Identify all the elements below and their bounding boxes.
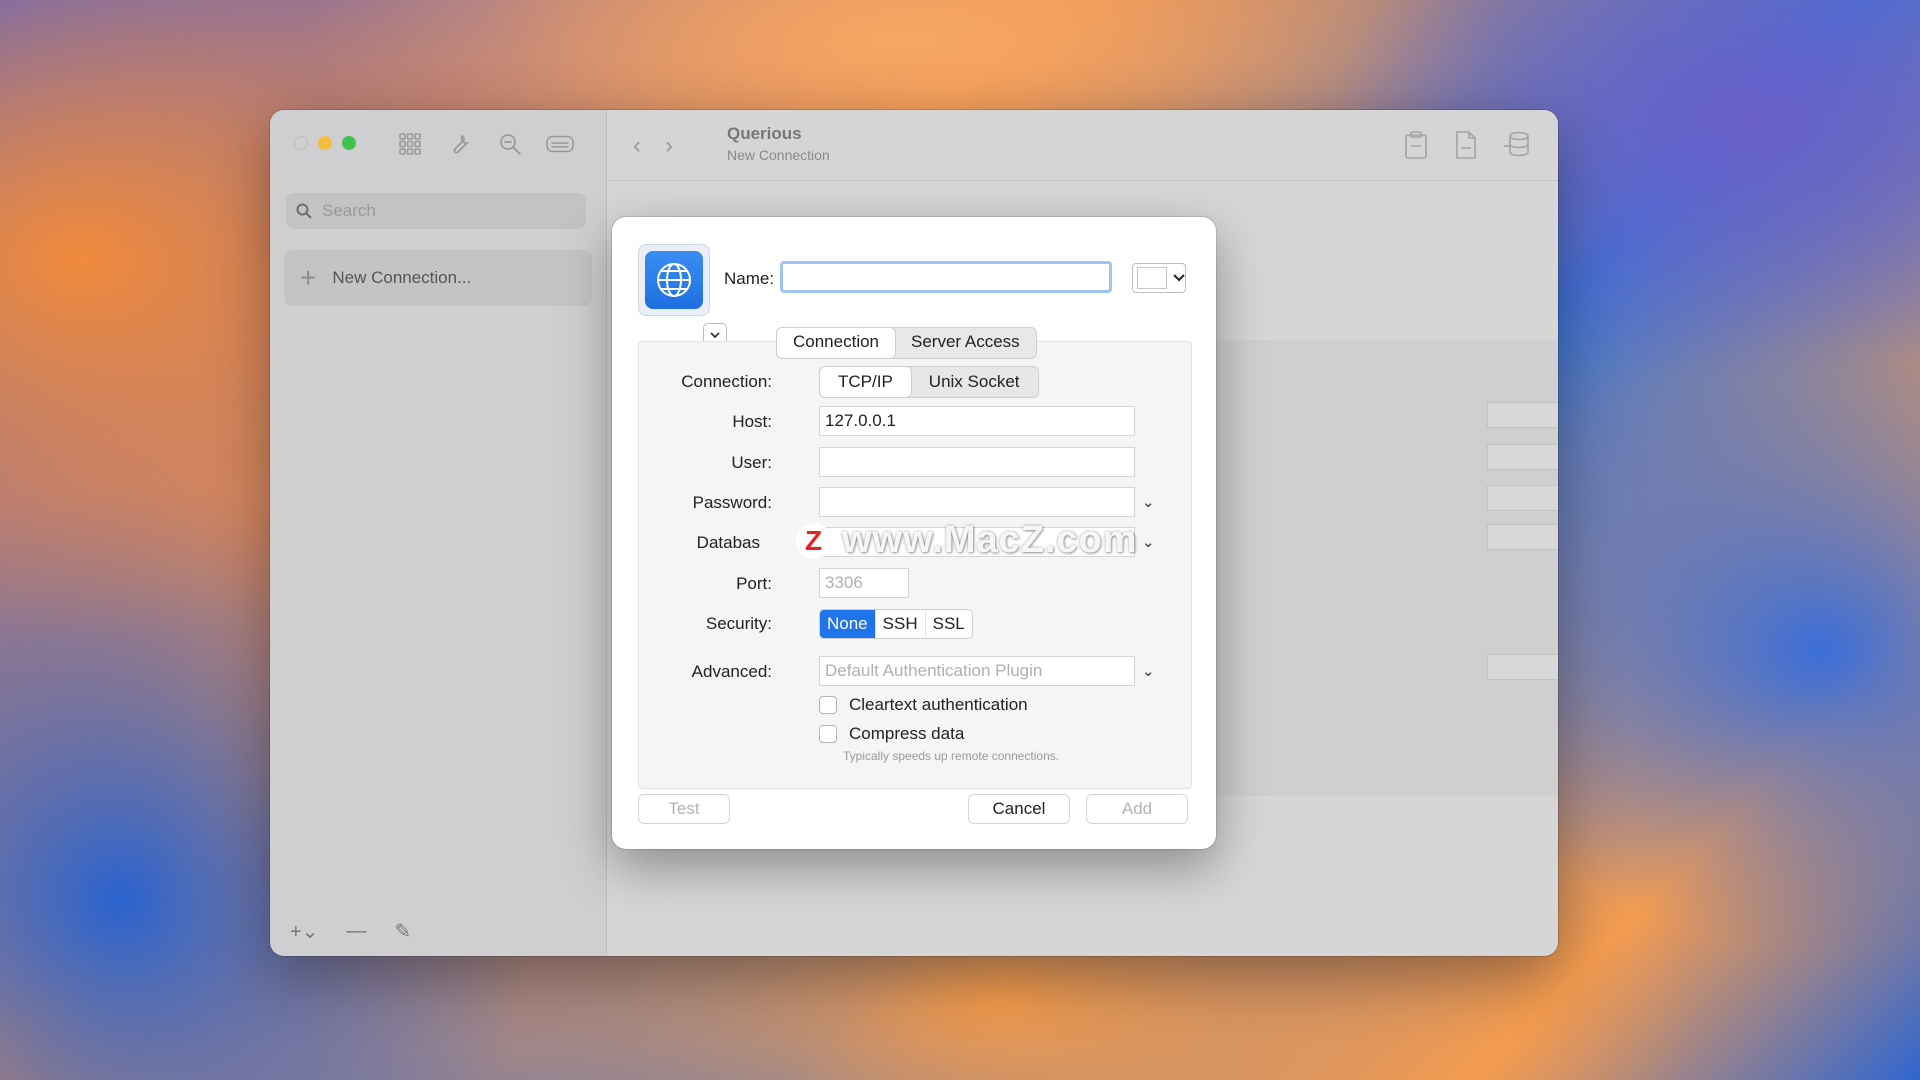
user-label: User:	[731, 453, 772, 472]
security-label: Security:	[705, 614, 772, 633]
cleartext-auth-checkbox-row[interactable]: Cleartext authentication	[819, 695, 1028, 715]
title-block: Querious New Connection	[727, 124, 830, 163]
connection-label: Connection:	[681, 372, 772, 391]
connection-icon-well[interactable]	[638, 244, 727, 347]
add-button[interactable]: Add	[1086, 794, 1188, 824]
compress-data-checkbox[interactable]	[819, 725, 837, 743]
compress-data-label: Compress data	[849, 724, 965, 743]
advanced-label: Advanced:	[691, 662, 772, 681]
window-subtitle: New Connection	[727, 147, 830, 163]
advanced-auth-plugin-input[interactable]	[819, 656, 1135, 686]
compress-data-hint: Typically speeds up remote connections.	[843, 749, 1060, 763]
pencil-icon[interactable]: ✎	[394, 919, 411, 944]
security-option-none[interactable]: None	[820, 610, 876, 638]
color-picker[interactable]	[1132, 263, 1186, 293]
password-input[interactable]	[819, 487, 1135, 517]
globe-icon	[645, 251, 703, 309]
password-menu-chevron-icon[interactable]: ⌄	[1142, 493, 1155, 511]
background-field	[1487, 402, 1558, 428]
add-menu-icon[interactable]: +⌄	[290, 919, 318, 944]
tab-connection[interactable]: Connection	[777, 328, 896, 358]
database-label: Databas	[696, 533, 760, 552]
chevron-down-icon	[1173, 274, 1185, 282]
color-swatch	[1137, 267, 1167, 289]
test-button[interactable]: Test	[638, 794, 730, 824]
port-input[interactable]	[819, 568, 909, 598]
close-button[interactable]	[294, 136, 308, 150]
name-label: Name:	[724, 269, 775, 288]
navigation: ‹ ›	[633, 132, 673, 160]
compress-data-checkbox-row[interactable]: Compress data	[819, 724, 964, 744]
background-field	[1487, 444, 1558, 470]
host-input[interactable]	[819, 406, 1135, 436]
database-icon[interactable]	[1502, 130, 1532, 160]
remove-icon[interactable]: —	[346, 920, 366, 943]
cleartext-auth-label: Cleartext authentication	[849, 695, 1028, 714]
user-input[interactable]	[819, 447, 1135, 477]
security-selector: None SSH SSL	[819, 609, 973, 639]
tab-bar: Connection Server Access	[776, 327, 1037, 359]
background-field	[1487, 524, 1558, 550]
database-menu-chevron-icon[interactable]: ⌄	[1142, 533, 1155, 551]
grid-icon[interactable]	[396, 130, 424, 158]
search-icon	[296, 203, 312, 219]
watermark-text: www.MacZ.com	[842, 519, 1138, 561]
wrench-icon[interactable]	[446, 130, 474, 158]
keyboard-icon[interactable]	[546, 130, 574, 158]
traffic-lights	[294, 136, 356, 150]
sidebar: + New Connection... +⌄ — ✎	[270, 110, 607, 956]
sidebar-item-label: New Connection...	[332, 268, 472, 287]
connection-option-tcpip[interactable]: TCP/IP	[820, 367, 911, 397]
search-field[interactable]	[286, 193, 586, 229]
connection-option-unix-socket[interactable]: Unix Socket	[911, 367, 1038, 397]
tab-server-access[interactable]: Server Access	[895, 328, 1036, 358]
background-field	[1487, 654, 1558, 680]
port-label: Port:	[736, 574, 772, 593]
advanced-menu-chevron-icon[interactable]: ⌄	[1142, 662, 1155, 680]
clipboard-icon[interactable]	[1402, 130, 1430, 160]
titlebar: ‹ › Querious New Connection	[607, 110, 1558, 181]
back-chevron-icon[interactable]: ‹	[633, 132, 641, 160]
sidebar-toolbar	[396, 130, 574, 158]
background-field	[1487, 485, 1558, 511]
window-title: Querious	[727, 124, 802, 143]
watermark: Z www.MacZ.com	[796, 519, 1138, 562]
forward-chevron-icon[interactable]: ›	[665, 132, 673, 160]
name-input[interactable]	[780, 261, 1112, 293]
watermark-logo: Z	[796, 522, 832, 559]
security-option-ssh[interactable]: SSH	[876, 610, 926, 638]
sidebar-footer: +⌄ — ✎	[290, 919, 411, 944]
host-label: Host:	[732, 412, 772, 431]
cancel-button[interactable]: Cancel	[968, 794, 1070, 824]
plus-icon: +	[300, 262, 317, 293]
sidebar-item-new-connection[interactable]: + New Connection...	[284, 250, 592, 306]
magnify-icon[interactable]	[496, 130, 524, 158]
zoom-button[interactable]	[342, 136, 356, 150]
chevron-down-icon	[710, 332, 720, 339]
minimize-button[interactable]	[318, 136, 332, 150]
cleartext-auth-checkbox[interactable]	[819, 696, 837, 714]
titlebar-actions	[1402, 130, 1532, 160]
search-input[interactable]	[320, 200, 574, 222]
security-option-ssl[interactable]: SSL	[926, 610, 972, 638]
password-label: Password:	[692, 493, 772, 512]
document-icon[interactable]	[1452, 130, 1480, 160]
connection-type-selector: TCP/IP Unix Socket	[819, 366, 1039, 398]
